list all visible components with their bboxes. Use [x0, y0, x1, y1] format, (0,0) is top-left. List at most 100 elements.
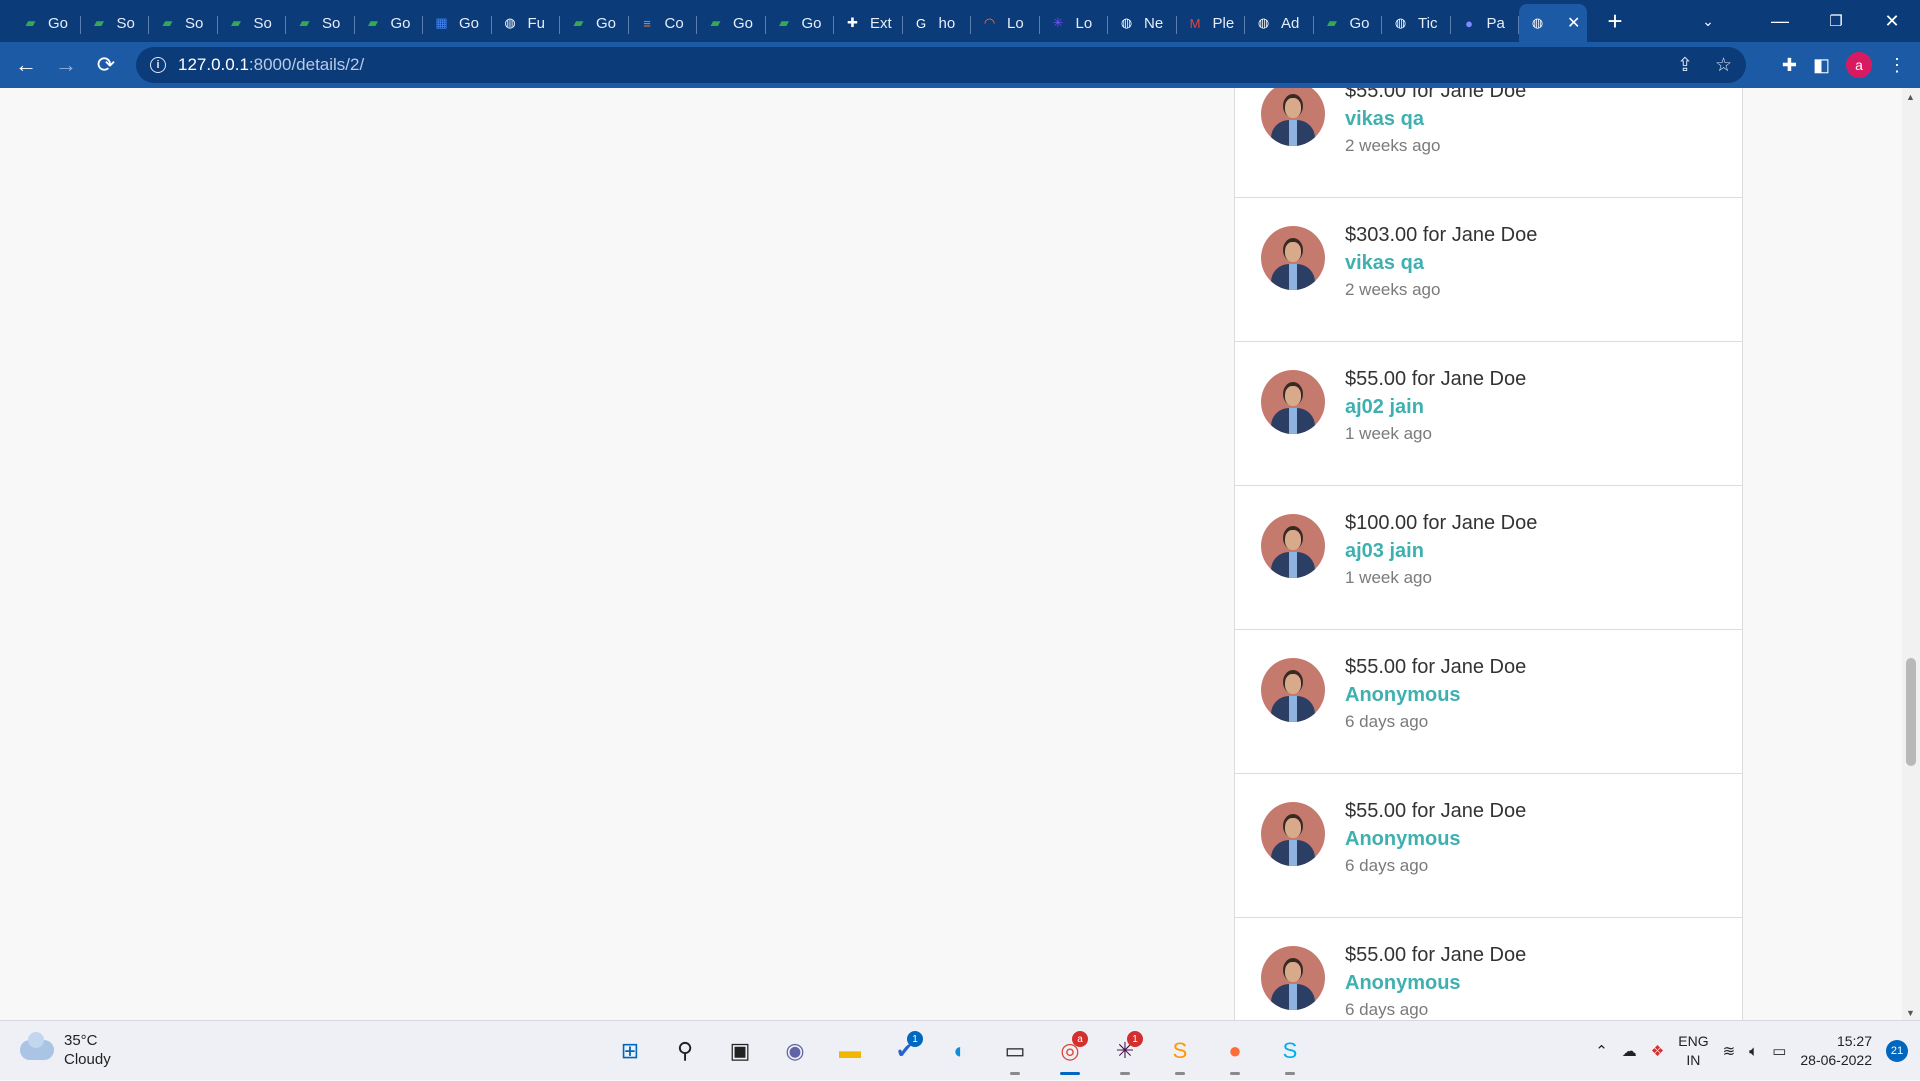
new-tab-button[interactable]: + [1595, 4, 1635, 38]
close-tab-icon[interactable]: ✕ [1567, 13, 1580, 33]
tab[interactable]: ▰ So [218, 6, 287, 40]
tab[interactable]: ◠ Lo [971, 6, 1040, 40]
tab[interactable]: ◍ Ne [1108, 6, 1177, 40]
close-window-button[interactable]: ✕ [1864, 0, 1920, 42]
bookmark-star-icon[interactable]: ☆ [1715, 54, 1732, 77]
globe-icon: ◍ [504, 15, 516, 30]
page-scrollbar[interactable]: ▲ ▼ [1902, 88, 1920, 1020]
lang-region: IN [1686, 1052, 1701, 1068]
address-bar[interactable]: i 127.0.0.1:8000/details/2/ ⇪ ☆ [136, 47, 1746, 83]
side-panel-icon[interactable]: ◧ [1813, 55, 1830, 76]
terminal-icon[interactable]: ▭ [995, 1031, 1035, 1075]
tab[interactable]: ✚ Ext [834, 6, 903, 40]
search-icon[interactable]: ⚲ [665, 1031, 705, 1071]
tab-strip: ▰ Go ▰ So ▰ So ▰ So ▰ So ▰ Go ▦ Go ◍ Fu ▰ Go ≡ Co ▰ Go ▰ Go ✚ Ext… [0, 0, 1920, 42]
tab[interactable]: ▰ So [149, 6, 218, 40]
sublime-icon[interactable]: S [1160, 1031, 1200, 1075]
chrome-icon[interactable]: ◎ a [1050, 1031, 1090, 1075]
running-indicator [1120, 1072, 1130, 1075]
tab[interactable]: ▦ Go [423, 6, 492, 40]
clock-time: 15:27 [1836, 1033, 1872, 1049]
tab[interactable]: ▰ Go [355, 6, 424, 40]
scrollbar-thumb[interactable] [1906, 658, 1916, 766]
donor-name-link[interactable]: vikas qa [1345, 108, 1424, 131]
globe-icon: ◍ [1257, 15, 1270, 30]
wifi-icon[interactable]: ≋ [1723, 1042, 1736, 1060]
tab[interactable]: ▰ Go [766, 6, 835, 40]
tab-active[interactable]: ◍ ✕ [1519, 4, 1587, 42]
tab[interactable]: ▰ Go [697, 6, 766, 40]
donor-name-link[interactable]: aj03 jain [1345, 540, 1424, 563]
edge-icon[interactable]: ◐ [940, 1031, 980, 1071]
donor-name-link[interactable]: Anonymous [1345, 828, 1461, 851]
donation-amount: $100.00 for Jane Doe [1345, 512, 1538, 534]
share-icon[interactable]: ⇪ [1677, 54, 1693, 77]
tab[interactable]: ▰ Go [12, 6, 81, 40]
file-explorer-icon[interactable]: ▬ [830, 1031, 870, 1071]
tab-label: Go [801, 14, 822, 32]
chevron-up-icon[interactable]: ⌃ [1595, 1042, 1608, 1060]
donor-name-link[interactable]: vikas qa [1345, 252, 1424, 275]
tab[interactable]: M Ple [1177, 6, 1246, 40]
postman-icon[interactable]: ● [1215, 1031, 1255, 1075]
tab[interactable]: ▰ Go [1314, 6, 1383, 40]
clock-date: 28-06-2022 [1800, 1052, 1872, 1068]
todo-icon[interactable]: ✔ 1 [885, 1031, 925, 1071]
donation-item: $55.00 for Jane Doe Anonymous 6 days ago [1235, 630, 1742, 774]
start-icon[interactable]: ⊞ [610, 1031, 650, 1071]
tab[interactable]: ≡ Co [629, 6, 698, 40]
skype-icon[interactable]: S [1270, 1031, 1310, 1075]
minimize-button[interactable]: — [1752, 0, 1808, 42]
tab[interactable]: ◍ Fu [492, 6, 561, 40]
donor-name-link[interactable]: aj02 jain [1345, 396, 1424, 419]
site-info-icon[interactable]: i [150, 57, 166, 73]
donor-avatar [1261, 370, 1325, 434]
tab-label: Ext [870, 14, 892, 32]
tab[interactable]: Gho [903, 6, 972, 40]
clock[interactable]: 15:27 28-06-2022 [1800, 1032, 1872, 1070]
extensions-icon[interactable]: ✚ [1782, 55, 1797, 76]
tab[interactable]: ▰ So [286, 6, 355, 40]
notification-badge[interactable]: 21 [1886, 1040, 1908, 1062]
volume-icon[interactable]: 🔈︎ [1749, 1043, 1758, 1060]
battery-icon[interactable]: ▭ [1772, 1042, 1786, 1060]
running-indicator [1230, 1072, 1240, 1075]
language-indicator[interactable]: ENG IN [1678, 1032, 1708, 1070]
chat-icon[interactable]: ◉ [775, 1031, 815, 1071]
meet-icon: ▰ [779, 15, 789, 30]
forward-button[interactable]: → [46, 45, 86, 85]
donor-name-link[interactable]: Anonymous [1345, 684, 1461, 707]
slack-icon[interactable]: ✳ 1 [1105, 1031, 1145, 1075]
tab[interactable]: ◍ Ad [1245, 6, 1314, 40]
weather-widget[interactable]: 35°C Cloudy [20, 1031, 111, 1069]
donor-name-link[interactable]: Anonymous [1345, 972, 1461, 995]
reload-button[interactable]: ⟳ [86, 45, 126, 85]
weather-temp: 35°C [64, 1032, 98, 1049]
tab[interactable]: ◍ Tic [1382, 6, 1451, 40]
tab[interactable]: ✳ Lo [1040, 6, 1109, 40]
donation-item: $55.00 for Jane Doe Anonymous 6 days ago [1235, 774, 1742, 918]
menu-icon[interactable]: ⋮ [1888, 55, 1906, 76]
donation-amount: $55.00 for Jane Doe [1345, 368, 1527, 390]
dropbox-icon[interactable]: ❖ [1651, 1042, 1664, 1060]
tab[interactable]: ● Pa [1451, 6, 1520, 40]
scroll-up-icon[interactable]: ▲ [1906, 92, 1915, 102]
onedrive-icon[interactable]: ☁ [1622, 1042, 1637, 1060]
tab-label: Ad [1281, 14, 1300, 32]
tab-search-icon[interactable]: ⌄ [1680, 0, 1736, 42]
profile-avatar[interactable]: a [1846, 52, 1872, 78]
restore-button[interactable]: ❐ [1808, 0, 1864, 42]
meet-icon: ▰ [299, 15, 310, 30]
browser-toolbar: ← → ⟳ i 127.0.0.1:8000/details/2/ ⇪ ☆ ✚ … [0, 42, 1920, 88]
task-view-icon[interactable]: ▣ [720, 1031, 760, 1071]
page-content: $55.00 for Jane Doe vikas qa 2 weeks ago $3… [0, 88, 1920, 1020]
donation-amount: $55.00 for Jane Doe [1345, 656, 1527, 678]
meet-icon: ▰ [25, 15, 36, 30]
donation-amount: $55.00 for Jane Doe [1345, 88, 1527, 102]
back-button[interactable]: ← [6, 45, 46, 85]
cloud-icon [20, 1032, 54, 1060]
taskbar: 35°C Cloudy ⊞ ⚲ ▣ ◉ ▬ ✔ 1 ◐ ▭ ◎ a ✳ 1 S ● S ⌃ ☁ ❖ ENG I… [0, 1020, 1920, 1080]
tab[interactable]: ▰ Go [560, 6, 629, 40]
tab[interactable]: ▰ So [81, 6, 150, 40]
scroll-down-icon[interactable]: ▼ [1906, 1008, 1915, 1018]
